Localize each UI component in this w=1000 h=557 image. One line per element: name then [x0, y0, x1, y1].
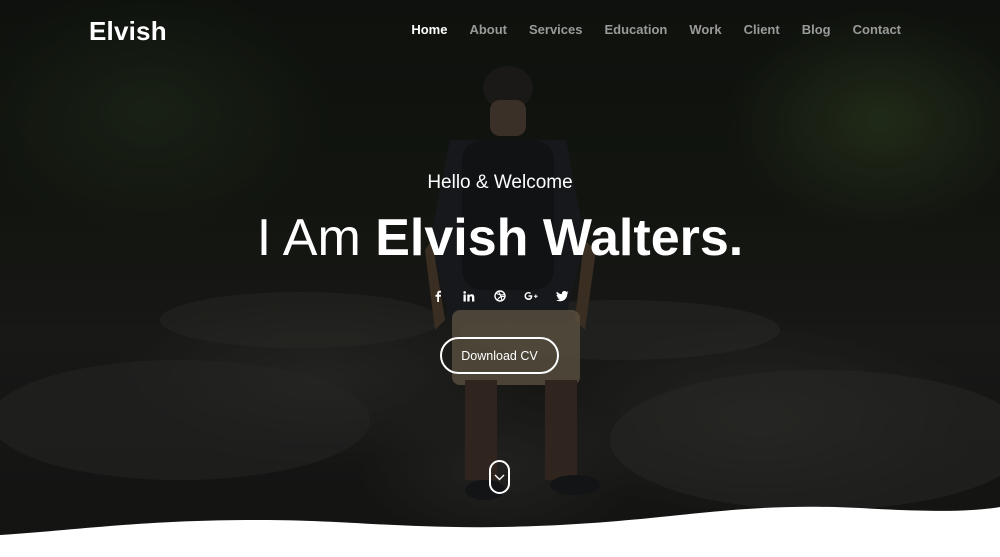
linkedin-icon[interactable] [454, 286, 485, 306]
nav-contact[interactable]: Contact [853, 22, 901, 37]
nav-services[interactable]: Services [529, 22, 583, 37]
nav-client[interactable]: Client [744, 22, 780, 37]
chevron-down-icon [494, 474, 505, 481]
hero-greeting: Hello & Welcome [427, 172, 573, 193]
scroll-down-button[interactable] [489, 460, 510, 494]
nav-home[interactable]: Home [411, 22, 447, 37]
dribbble-icon[interactable] [485, 286, 516, 306]
bottom-wave-divider [0, 506, 1000, 557]
nav-about[interactable]: About [469, 22, 507, 37]
google-plus-icon[interactable] [516, 286, 547, 306]
headline-prefix: I Am [256, 209, 376, 267]
headline-name: Elvish Walters. [375, 209, 744, 267]
facebook-icon[interactable] [423, 286, 454, 306]
social-links [0, 286, 1000, 306]
top-navbar: Elvish Home About Services Education Wor… [0, 0, 1000, 62]
twitter-icon[interactable] [547, 286, 578, 306]
brand-logo[interactable]: Elvish [89, 16, 167, 47]
download-cv-button[interactable]: Download CV [440, 337, 559, 374]
nav-work[interactable]: Work [689, 22, 721, 37]
nav-blog[interactable]: Blog [802, 22, 831, 37]
main-nav: Home About Services Education Work Clien… [389, 22, 901, 37]
hero-section: Elvish Home About Services Education Wor… [0, 0, 1000, 557]
hero-headline: I Am Elvish Walters. [0, 206, 1000, 270]
nav-education[interactable]: Education [604, 22, 667, 37]
